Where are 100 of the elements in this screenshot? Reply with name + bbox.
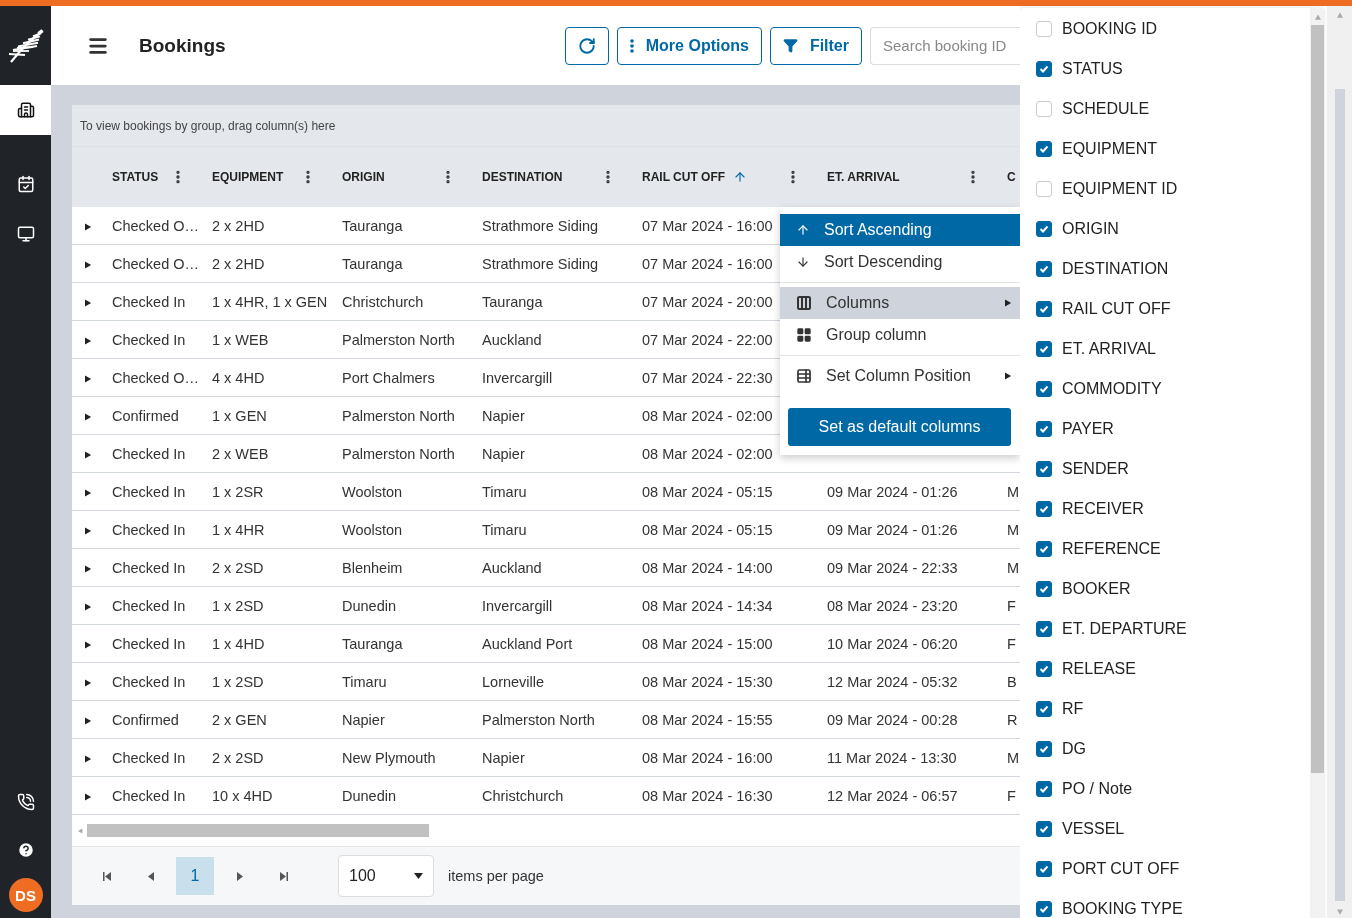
column-header[interactable]: C	[1007, 170, 1020, 184]
column-option[interactable]: COMMODITY	[1020, 369, 1310, 409]
column-option[interactable]: ET. DEPARTURE	[1020, 609, 1310, 649]
column-option[interactable]: BOOKING ID	[1020, 9, 1310, 49]
table-cell: Checked In	[112, 749, 186, 766]
column-header[interactable]: DESTINATION	[482, 170, 600, 184]
menu-item[interactable]: Set Column Position	[780, 360, 1020, 392]
checkbox[interactable]	[1036, 301, 1052, 317]
expand-icon[interactable]	[85, 754, 92, 763]
table-cell: Auckland	[482, 331, 542, 348]
table-cell: Checked In	[112, 787, 186, 804]
scrollbar-thumb[interactable]	[87, 824, 429, 837]
column-header[interactable]: EQUIPMENT	[212, 170, 300, 184]
expand-icon[interactable]	[85, 640, 92, 649]
expand-icon[interactable]	[85, 602, 92, 611]
expand-icon[interactable]	[85, 298, 92, 307]
expand-icon[interactable]	[85, 222, 92, 231]
column-option[interactable]: RECEIVER	[1020, 489, 1310, 529]
checkmark-icon	[1039, 145, 1049, 153]
column-option[interactable]: RAIL CUT OFF	[1020, 289, 1310, 329]
column-option[interactable]: PAYER	[1020, 409, 1310, 449]
expand-icon[interactable]	[85, 564, 92, 573]
checkbox[interactable]	[1036, 541, 1052, 557]
table-cell: Tauranga	[342, 217, 403, 234]
column-option[interactable]: PO / Note	[1020, 769, 1310, 809]
scrollbar-thumb[interactable]	[1334, 89, 1345, 901]
menu-item[interactable]: Columns	[780, 287, 1020, 319]
expand-icon[interactable]	[85, 678, 92, 687]
checkbox[interactable]	[1036, 621, 1052, 637]
table-cell: 08 Mar 2024 - 15:00	[642, 635, 773, 652]
checkbox[interactable]	[1036, 341, 1052, 357]
checkbox[interactable]	[1036, 701, 1052, 717]
column-option[interactable]: RELEASE	[1020, 649, 1310, 689]
expand-icon[interactable]	[85, 450, 92, 459]
expand-icon[interactable]	[85, 716, 92, 725]
search-field[interactable]: Search booking ID	[870, 26, 1020, 65]
column-option[interactable]: BOOKING TYPE	[1020, 889, 1310, 918]
column-header[interactable]: ET. ARRIVAL	[827, 170, 965, 184]
column-option[interactable]: ORIGIN	[1020, 209, 1310, 249]
column-option[interactable]: BOOKER	[1020, 569, 1310, 609]
set-default-columns-button[interactable]: Set as default columns	[788, 408, 1011, 446]
expand-icon[interactable]	[85, 336, 92, 345]
checkbox[interactable]	[1036, 141, 1052, 157]
table-cell: 08 Mar 2024 - 15:55	[642, 711, 773, 728]
column-header[interactable]: ORIGIN	[342, 170, 440, 184]
column-option[interactable]: RF	[1020, 689, 1310, 729]
checkbox[interactable]	[1036, 781, 1052, 797]
expand-icon[interactable]	[85, 260, 92, 269]
column-header[interactable]: STATUS	[112, 170, 170, 184]
table-cell: Invercargill	[482, 597, 553, 614]
more-options-button[interactable]: More Options	[616, 26, 762, 65]
expand-icon[interactable]	[85, 412, 92, 421]
buildings-icon[interactable]	[0, 85, 51, 135]
checkbox[interactable]	[1036, 901, 1052, 917]
checkbox[interactable]	[1036, 581, 1052, 597]
checkbox[interactable]	[1036, 461, 1052, 477]
scrollbar-thumb[interactable]	[1311, 25, 1324, 773]
checkbox[interactable]	[1036, 61, 1052, 77]
expand-icon[interactable]	[85, 526, 92, 535]
checkbox[interactable]	[1036, 821, 1052, 837]
checkbox[interactable]	[1036, 381, 1052, 397]
column-option[interactable]: REFERENCE	[1020, 529, 1310, 569]
page-size-select[interactable]: 100	[338, 855, 434, 897]
checkbox[interactable]	[1036, 741, 1052, 757]
refresh-button[interactable]	[564, 26, 609, 65]
checkbox[interactable]	[1036, 261, 1052, 277]
column-option[interactable]: EQUIPMENT ID	[1020, 169, 1310, 209]
table-cell: Dunedin	[342, 787, 396, 804]
column-option[interactable]: STATUS	[1020, 49, 1310, 89]
column-option[interactable]: ET. ARRIVAL	[1020, 329, 1310, 369]
checkmark-icon	[1039, 225, 1049, 233]
checkbox[interactable]	[1036, 501, 1052, 517]
column-header[interactable]: RAIL CUT OFF	[642, 170, 733, 184]
checkmark-icon	[1039, 265, 1049, 273]
table-cell: M	[1007, 749, 1020, 766]
table-cell: 07 Mar 2024 - 22:00	[642, 331, 773, 348]
column-option[interactable]: DESTINATION	[1020, 249, 1310, 289]
expand-icon[interactable]	[85, 488, 92, 497]
table-cell: 08 Mar 2024 - 16:30	[642, 787, 773, 804]
menu-item[interactable]: Sort Descending	[780, 246, 1020, 278]
expand-icon[interactable]	[85, 374, 92, 383]
checkbox[interactable]	[1036, 421, 1052, 437]
menu-item[interactable]: Group column	[780, 319, 1020, 351]
table-cell: Strathmore Siding	[482, 217, 599, 234]
filter-button[interactable]: Filter	[769, 26, 862, 65]
table-cell: 1 x GEN	[212, 407, 267, 424]
checkbox[interactable]	[1036, 861, 1052, 877]
table-cell: 07 Mar 2024 - 22:30	[642, 369, 773, 386]
table-cell: R	[1007, 711, 1018, 728]
column-option[interactable]: SCHEDULE	[1020, 89, 1310, 129]
checkbox[interactable]	[1036, 661, 1052, 677]
page-button[interactable]: 1	[176, 857, 214, 895]
column-option[interactable]: EQUIPMENT	[1020, 129, 1310, 169]
checkbox[interactable]	[1036, 221, 1052, 237]
expand-icon[interactable]	[85, 792, 92, 801]
column-option[interactable]: VESSEL	[1020, 809, 1310, 849]
menu-item[interactable]: Sort Ascending	[780, 214, 1020, 246]
column-option[interactable]: DG	[1020, 729, 1310, 769]
column-option[interactable]: SENDER	[1020, 449, 1310, 489]
column-option[interactable]: PORT CUT OFF	[1020, 849, 1310, 889]
